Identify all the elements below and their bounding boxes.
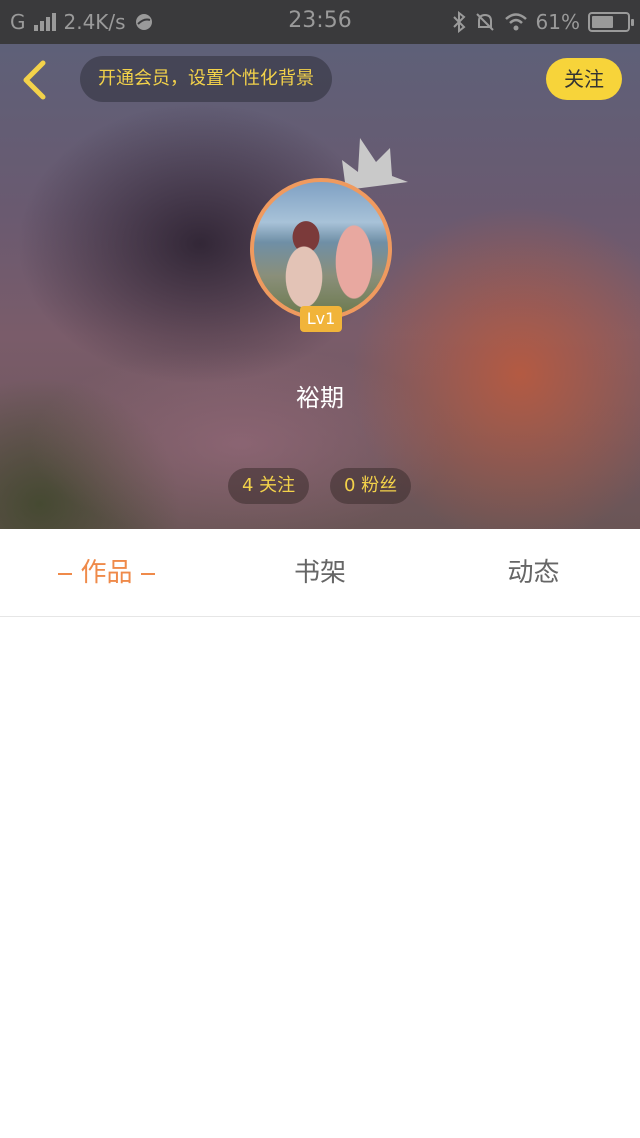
avatar[interactable] xyxy=(250,178,392,320)
battery-fill xyxy=(592,16,613,28)
tab-activity-label: 动态 xyxy=(507,558,560,588)
tab-content-area xyxy=(0,618,640,1138)
back-button[interactable] xyxy=(14,58,54,102)
profile-tabs: 作品 书架 动态 xyxy=(0,529,640,617)
fans-count[interactable]: 0 粉丝 xyxy=(330,468,412,504)
tab-bookshelf[interactable]: 书架 xyxy=(213,529,427,617)
signal-icon xyxy=(33,13,56,31)
status-left: G 2.4K/s xyxy=(10,10,154,34)
carrier-label: G xyxy=(10,10,26,34)
tab-activity[interactable]: 动态 xyxy=(427,529,640,617)
level-badge: Lv1 xyxy=(300,306,342,332)
profile-header: 开通会员，设置个性化背景 关注 Lv1 裕期 4 关注 0 粉丝 xyxy=(0,44,640,529)
net-speed: 2.4K/s xyxy=(63,10,126,34)
active-dash-left xyxy=(58,572,73,575)
wifi-icon xyxy=(504,13,527,31)
follow-button[interactable]: 关注 xyxy=(546,58,622,100)
vip-background-prompt[interactable]: 开通会员，设置个性化背景 xyxy=(80,56,332,102)
tab-works-label: 作品 xyxy=(80,558,133,588)
bluetooth-icon xyxy=(452,11,466,33)
username: 裕期 xyxy=(296,384,344,412)
battery-icon xyxy=(588,12,634,32)
following-count[interactable]: 4 关注 xyxy=(228,468,310,504)
tab-bookshelf-label: 书架 xyxy=(293,558,346,588)
battery-percent: 61% xyxy=(535,10,580,34)
tab-works[interactable]: 作品 xyxy=(0,529,213,617)
status-bar: G 2.4K/s 23:56 61% xyxy=(0,0,640,44)
data-saver-icon xyxy=(135,14,152,30)
active-dash-right xyxy=(140,572,155,575)
mute-bell-icon xyxy=(475,13,494,31)
chevron-left-icon xyxy=(23,60,46,100)
status-right: 61% xyxy=(452,10,634,34)
